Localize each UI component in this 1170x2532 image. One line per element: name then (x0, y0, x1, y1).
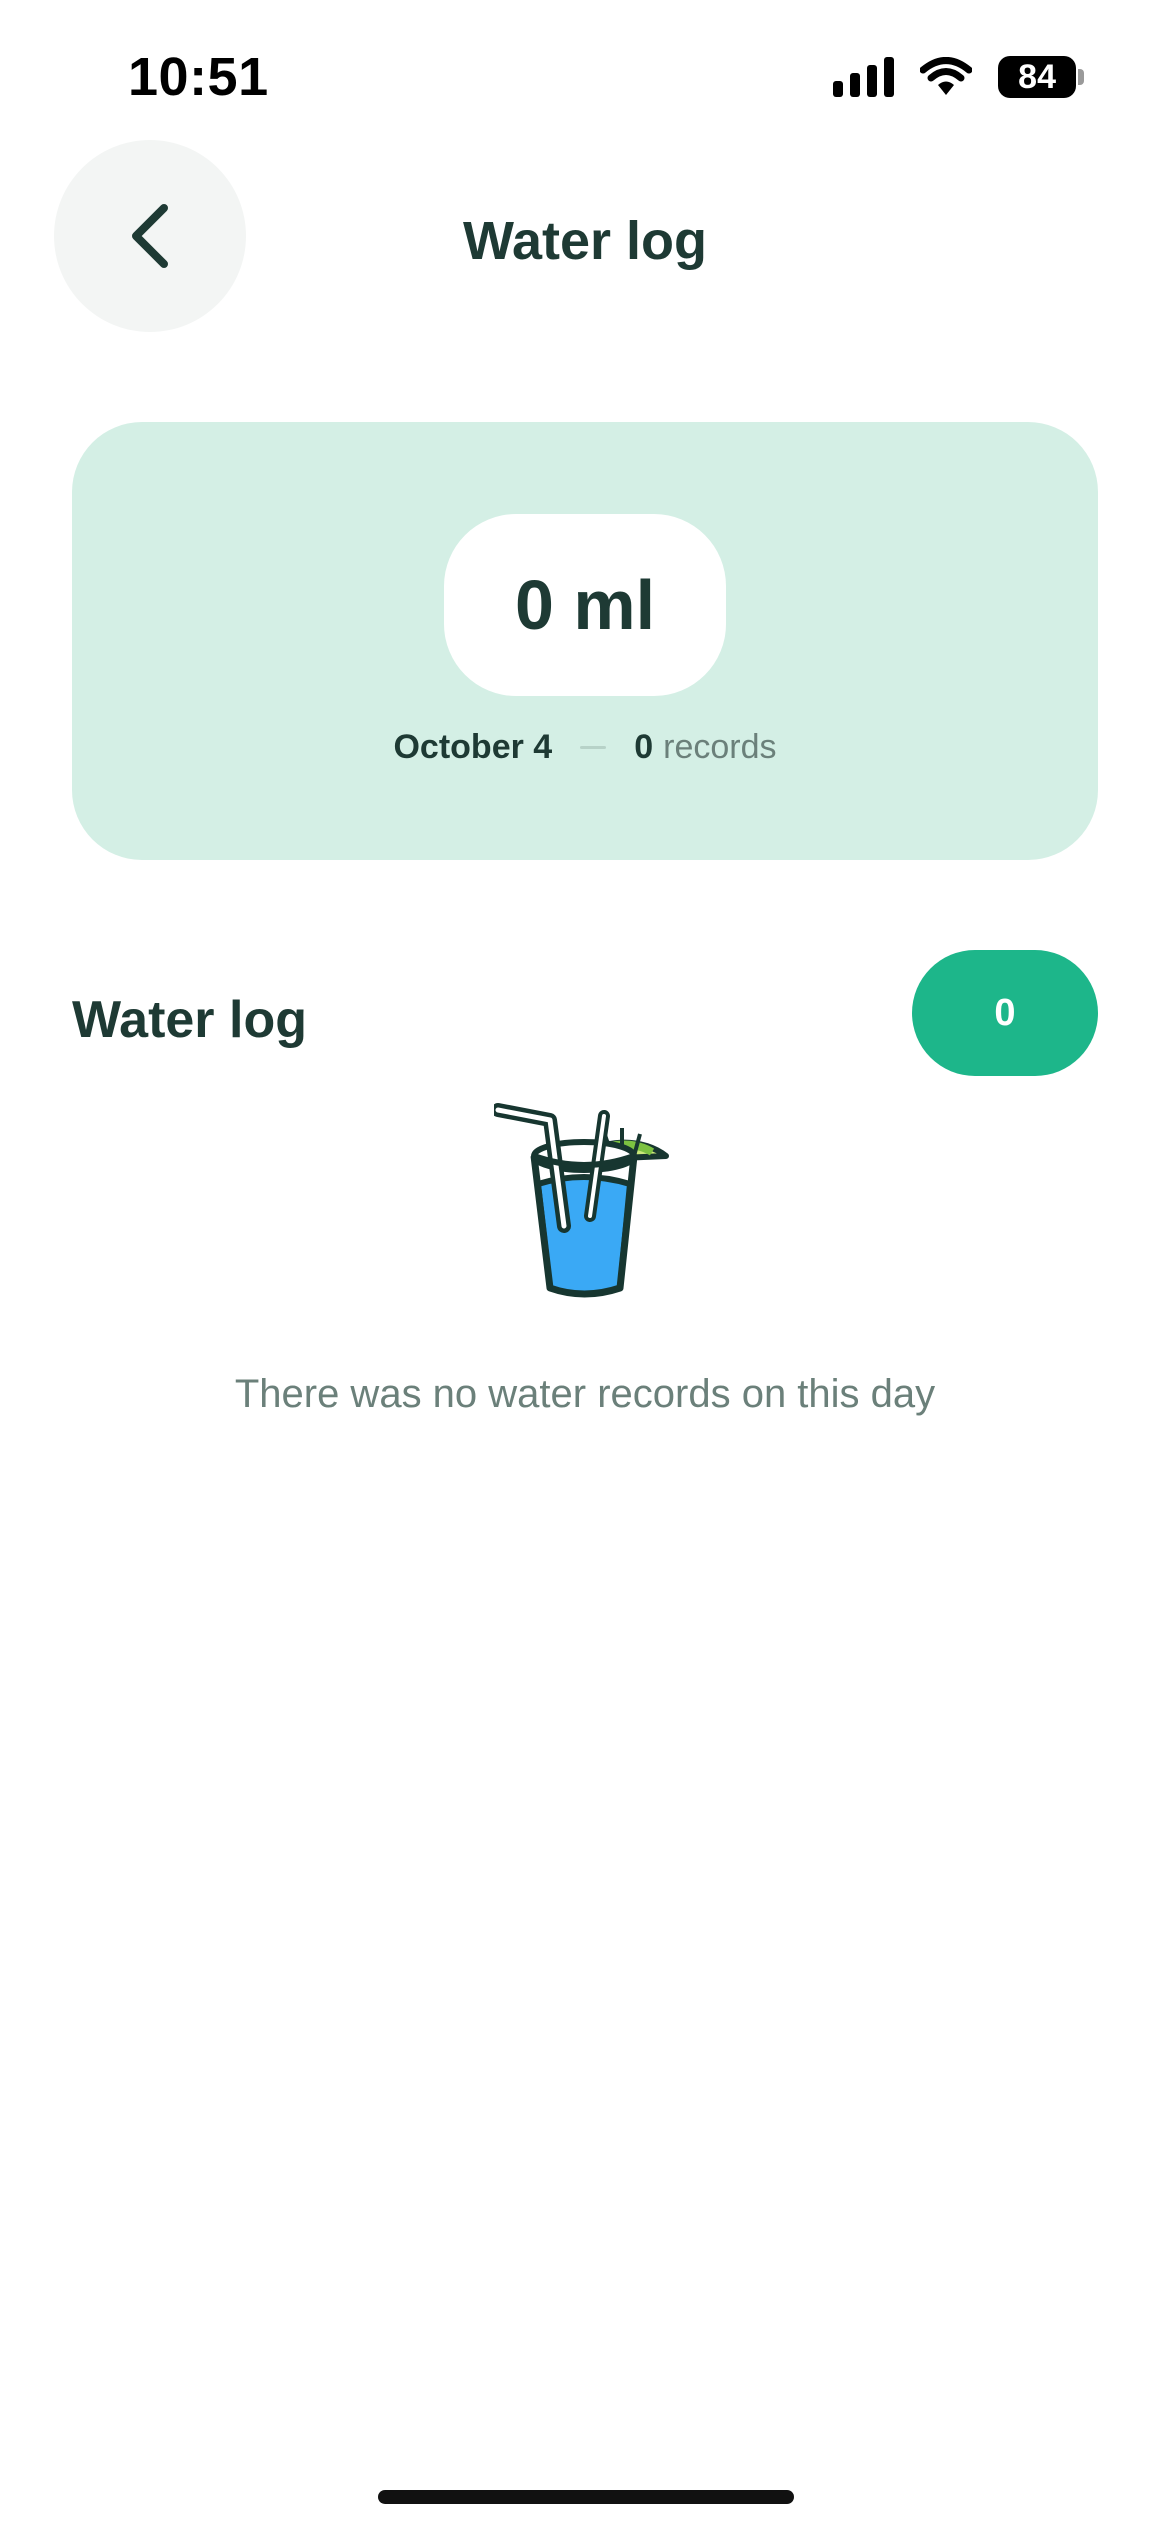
wifi-icon (920, 57, 972, 95)
drink-glass-icon (494, 1103, 669, 1298)
status-time: 10:51 (128, 47, 269, 107)
status-icons: 84 (833, 56, 1084, 98)
page-title: Water log (462, 211, 707, 271)
home-indicator[interactable] (378, 2490, 794, 2504)
summary-meta: October 4 0 records (72, 728, 1098, 767)
record-count: 0 (634, 728, 654, 766)
total-amount: 0 ml (444, 514, 726, 696)
battery-icon: 84 (998, 56, 1084, 98)
empty-state-message: There was no water records on this day (234, 1372, 936, 1416)
record-count-badge[interactable]: 0 (912, 950, 1098, 1076)
meta-separator (580, 746, 607, 749)
cellular-signal-icon (833, 57, 894, 97)
battery-level: 84 (998, 56, 1077, 98)
records-label: records (663, 728, 777, 766)
water-log-screen: 10:51 84 Water log 0 ml October 4 0 reco… (0, 0, 1170, 2532)
summary-date: October 4 (393, 728, 553, 766)
status-bar: 10:51 84 (0, 0, 1170, 150)
daily-summary-card: 0 ml October 4 0 records (72, 422, 1098, 860)
section-title: Water log (72, 991, 307, 1049)
